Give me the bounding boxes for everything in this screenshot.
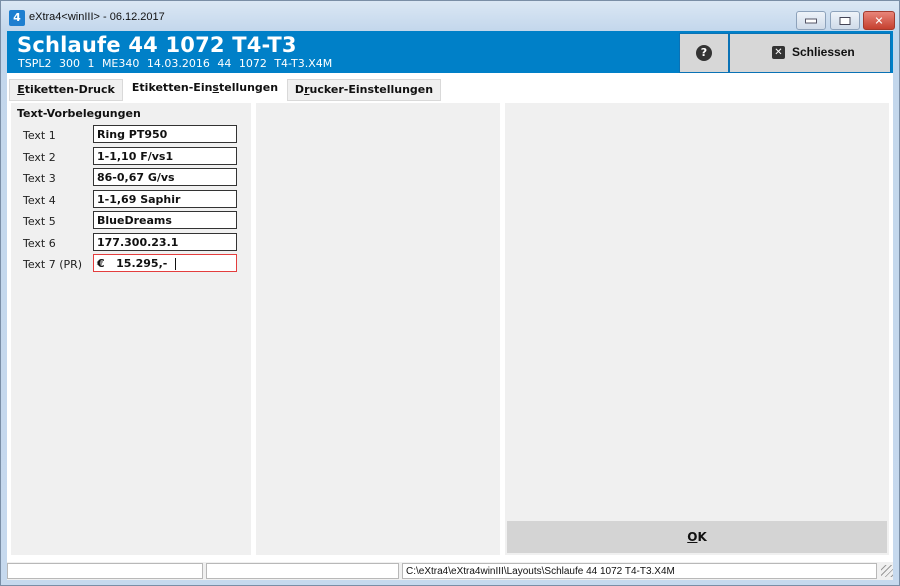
text-presets-title: Text-Vorbelegungen (17, 107, 141, 120)
ok-mnemonic: O (687, 530, 698, 544)
schliessen-label: Schliessen (792, 45, 855, 59)
text-7-input[interactable]: € 15.295,- (93, 254, 237, 272)
minimize-button[interactable] (796, 11, 826, 30)
tab-mnemonic: E (17, 83, 25, 96)
text-6-input[interactable]: 177.300.23.1 (93, 233, 237, 251)
tab-label: Etiketten-Ein (131, 81, 213, 94)
window-close-button[interactable]: ✕ (863, 11, 895, 30)
minimize-icon (805, 18, 817, 23)
text-3-input[interactable]: 86-0,67 G/vs (93, 168, 237, 186)
status-bar: C:\eXtra4\eXtra4winIII\Layouts\Schlaufe … (7, 562, 893, 580)
tab-drucker-einstellungen[interactable]: Drucker-Einstellungen (287, 79, 441, 101)
middle-panel (256, 103, 500, 555)
tab-etiketten-einstellungen[interactable]: Etiketten-Einstellungen (123, 77, 287, 101)
text-3-label: Text 3 (23, 172, 56, 185)
text-2-input[interactable]: 1-1,10 F/vs1 (93, 147, 237, 165)
close-icon: ✕ (874, 14, 884, 27)
ok-label: K (697, 530, 707, 544)
app-window: 4 eXtra4<winIII> - 06.12.2017 ✕ Schlaufe… (0, 0, 900, 586)
status-cell-2 (206, 563, 399, 579)
status-cell-1 (7, 563, 203, 579)
page-title: Schlaufe 44 1072 T4-T3 (17, 33, 297, 57)
text-1-label: Text 1 (23, 129, 56, 142)
text-6-label: Text 6 (23, 237, 56, 250)
header-banner: Schlaufe 44 1072 T4-T3 TSPL2 300 1 ME340… (7, 31, 893, 73)
tab-label: tellungen (218, 81, 279, 94)
ok-button[interactable]: OK (507, 521, 887, 553)
text-4-label: Text 4 (23, 194, 56, 207)
tab-etiketten-druck[interactable]: Etiketten-Druck (9, 79, 123, 101)
text-presets-panel: Text-Vorbelegungen Text 1 Ring PT950 Tex… (11, 103, 251, 555)
schliessen-button[interactable]: ✕ Schliessen (729, 33, 891, 73)
right-panel: OK (505, 103, 889, 555)
text-5-label: Text 5 (23, 215, 56, 228)
text-7-value: € 15.295,- (97, 257, 168, 270)
tab-label: ucker-Einstellungen (309, 83, 434, 96)
app-logo-icon: 4 (9, 10, 25, 26)
tab-label: D (294, 83, 305, 96)
maximize-icon (839, 16, 851, 25)
text-1-input[interactable]: Ring PT950 (93, 125, 237, 143)
page-subtitle: TSPL2 300 1 ME340 14.03.2016 44 1072 T4-… (18, 57, 333, 70)
window-title: eXtra4<winIII> - 06.12.2017 (29, 11, 165, 23)
close-box-icon: ✕ (772, 46, 785, 59)
title-bar[interactable]: 4 eXtra4<winIII> - 06.12.2017 ✕ (1, 1, 899, 31)
tab-label: tiketten-Druck (24, 83, 115, 96)
resize-grip[interactable] (881, 565, 893, 577)
help-icon: ? (696, 45, 712, 61)
text-4-input[interactable]: 1-1,69 Saphir (93, 190, 237, 208)
client-area: Schlaufe 44 1072 T4-T3 TSPL2 300 1 ME340… (7, 31, 893, 577)
text-2-label: Text 2 (23, 151, 56, 164)
text-caret (175, 258, 177, 270)
text-7-label: Text 7 (PR) (23, 258, 83, 271)
maximize-button[interactable] (830, 11, 860, 30)
text-5-input[interactable]: BlueDreams (93, 211, 237, 229)
help-button[interactable]: ? (679, 33, 729, 73)
status-file-path: C:\eXtra4\eXtra4winIII\Layouts\Schlaufe … (402, 563, 877, 579)
